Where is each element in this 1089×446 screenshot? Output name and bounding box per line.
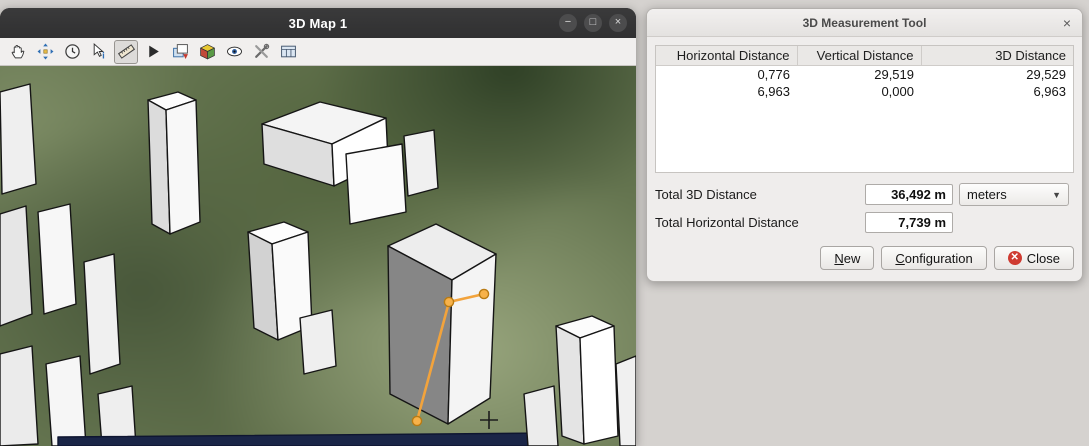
unit-select[interactable]: meters ▼ xyxy=(959,183,1069,206)
table-header-row: Horizontal Distance Vertical Distance 3D… xyxy=(656,46,1073,66)
crosshair-cursor xyxy=(480,411,498,429)
close-button-label: Close xyxy=(1027,251,1060,266)
camera-control-icon[interactable] xyxy=(33,40,57,64)
dialog-body: Horizontal Distance Vertical Distance 3D… xyxy=(647,37,1082,278)
close-window-button[interactable]: × xyxy=(609,14,627,32)
map-toolbar: i xyxy=(0,38,636,66)
map-window: 3D Map 1 − □ × i xyxy=(0,8,636,446)
configuration-button-label: Configuration xyxy=(895,251,972,266)
total-3d-distance-value[interactable]: 36,492 m xyxy=(865,184,953,205)
total-horizontal-distance-label: Total Horizontal Distance xyxy=(655,215,865,230)
pan-tool-icon[interactable] xyxy=(6,40,30,64)
play-animation-icon[interactable] xyxy=(141,40,165,64)
configuration-button[interactable]: Configuration xyxy=(881,246,986,270)
cell-3d: 6,963 xyxy=(921,83,1073,100)
measurement-calculator-icon[interactable] xyxy=(276,40,300,64)
maximize-button[interactable]: □ xyxy=(584,14,602,32)
dialog-title: 3D Measurement Tool xyxy=(803,16,927,30)
close-red-x-icon: ✕ xyxy=(1008,251,1022,265)
dialog-close-icon[interactable]: × xyxy=(1063,15,1071,31)
dialog-titlebar[interactable]: 3D Measurement Tool × xyxy=(647,9,1082,37)
map-titlebar[interactable]: 3D Map 1 − □ × xyxy=(0,8,636,38)
unit-selected-value: meters xyxy=(967,187,1007,202)
map-window-title: 3D Map 1 xyxy=(289,16,348,31)
close-button[interactable]: ✕ Close xyxy=(994,246,1074,270)
new-button-label: New xyxy=(834,251,860,266)
measure-line-icon[interactable] xyxy=(114,40,138,64)
cell-horizontal: 6,963 xyxy=(656,83,797,100)
map-3d-viewport[interactable] xyxy=(0,66,636,446)
cell-vertical: 29,519 xyxy=(797,66,921,84)
export-scene-icon[interactable] xyxy=(168,40,192,64)
chevron-down-icon: ▼ xyxy=(1052,190,1061,200)
measurement-dialog: 3D Measurement Tool × Horizontal Distanc… xyxy=(646,8,1083,282)
table-row[interactable]: 0,776 29,519 29,529 xyxy=(656,66,1073,84)
total-horizontal-distance-value[interactable]: 7,739 m xyxy=(865,212,953,233)
minimize-button[interactable]: − xyxy=(559,14,577,32)
effects-cube-icon[interactable] xyxy=(195,40,219,64)
svg-text:i: i xyxy=(102,50,105,60)
buildings-layer xyxy=(0,66,636,446)
measurements-table: Horizontal Distance Vertical Distance 3D… xyxy=(655,45,1074,173)
cell-3d: 29,529 xyxy=(921,66,1073,84)
cell-horizontal: 0,776 xyxy=(656,66,797,84)
cell-vertical: 0,000 xyxy=(797,83,921,100)
header-horizontal-distance[interactable]: Horizontal Distance xyxy=(656,46,797,66)
new-button[interactable]: New xyxy=(820,246,874,270)
header-vertical-distance[interactable]: Vertical Distance xyxy=(797,46,921,66)
window-controls: − □ × xyxy=(559,14,627,32)
camera-view-icon[interactable] xyxy=(222,40,246,64)
identify-icon[interactable]: i xyxy=(87,40,111,64)
settings-tools-icon[interactable] xyxy=(249,40,273,64)
total-3d-distance-label: Total 3D Distance xyxy=(655,187,865,202)
header-3d-distance[interactable]: 3D Distance xyxy=(921,46,1073,66)
table-row[interactable]: 6,963 0,000 6,963 xyxy=(656,83,1073,100)
animation-clock-icon[interactable] xyxy=(60,40,84,64)
